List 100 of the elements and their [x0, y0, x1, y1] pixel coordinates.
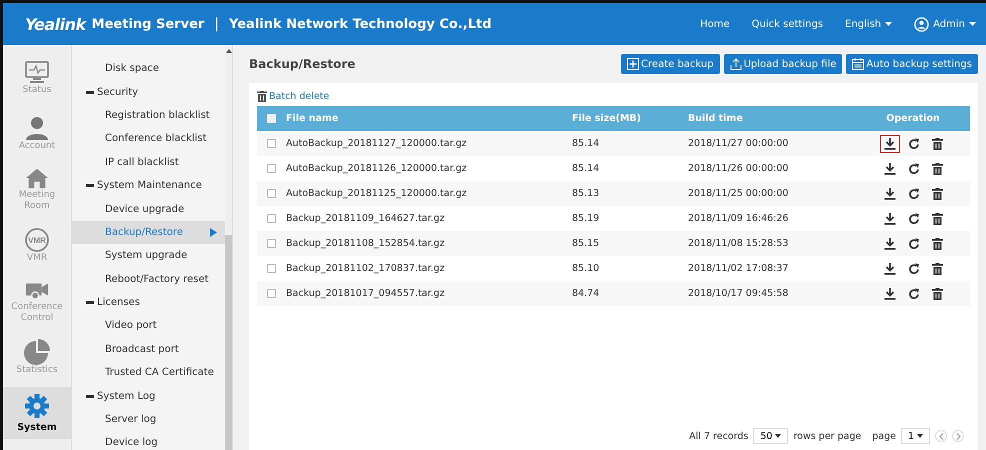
refresh-icon: [908, 188, 920, 200]
user-menu[interactable]: Admin: [914, 16, 976, 32]
menu-item[interactable]: Server log: [72, 408, 225, 432]
table-cell: AutoBackup_20181125_120000.tar.gz: [286, 188, 467, 199]
menu-item[interactable]: Trusted CA Certificate: [72, 361, 225, 384]
vmr-icon: VMR: [24, 226, 50, 252]
collapse-icon: [86, 301, 94, 304]
menu-group[interactable]: Licenses: [72, 290, 225, 314]
header-link[interactable]: Quick settings: [752, 18, 824, 30]
previous-page-button[interactable]: [935, 430, 947, 442]
refresh-icon: [908, 288, 920, 300]
table-cell: 2018/11/02 17:08:37: [688, 263, 788, 274]
table-cell: 85.14: [572, 138, 600, 149]
menu-item[interactable]: Disk space: [72, 57, 225, 80]
chevron-left-icon: [938, 432, 944, 440]
header-link[interactable]: Home: [700, 18, 730, 30]
refresh-icon: [908, 238, 920, 250]
menu-item[interactable]: Broadcast port: [72, 338, 225, 362]
table-cell: Backup_20181017_094557.tar.gz: [286, 288, 445, 299]
rows-per-page-select[interactable]: 50: [753, 428, 788, 444]
trash-icon: [932, 238, 943, 250]
menu-item[interactable]: IP call blacklist: [72, 150, 225, 174]
trash-icon: [932, 288, 943, 300]
batch-delete-link[interactable]: Batch delete: [257, 91, 330, 102]
menu-group[interactable]: System Log: [72, 384, 225, 408]
next-page-button[interactable]: [952, 430, 964, 442]
caret-icon: [885, 22, 892, 26]
product-name: Meeting Server: [92, 16, 204, 32]
download-icon: [884, 138, 896, 150]
menu-item[interactable]: Conference blacklist: [72, 127, 225, 151]
language-menu[interactable]: English: [845, 18, 892, 30]
trash-icon: [932, 262, 943, 274]
table-cell: Backup_20181102_170837.tar.gz: [286, 263, 445, 274]
brand-logo: Yealink: [25, 14, 86, 34]
checkbox[interactable]: [266, 214, 276, 223]
pie-chart-icon: [24, 338, 50, 364]
records-count: All 7 records: [689, 430, 748, 442]
monitor-icon: [24, 58, 50, 84]
table-cell: 2018/11/25 00:00:00: [688, 188, 788, 199]
action-button[interactable]: Create backup: [621, 54, 720, 74]
refresh-icon: [908, 212, 920, 224]
pointer-icon: [210, 228, 217, 237]
download-icon: [884, 262, 896, 274]
download-icon: [884, 162, 896, 174]
caret-icon: [917, 434, 923, 438]
trash-icon: [257, 91, 267, 102]
refresh-icon: [908, 262, 920, 274]
checkbox[interactable]: [266, 238, 276, 248]
refresh-icon: [908, 162, 920, 174]
column-header: Operation: [886, 113, 940, 124]
page-select[interactable]: 1: [900, 428, 930, 444]
trash-icon: [932, 162, 943, 174]
checkbox[interactable]: [266, 288, 276, 298]
scroll-up-icon[interactable]: [226, 49, 232, 53]
menu-item[interactable]: Registration blacklist: [72, 104, 225, 128]
menu-item[interactable]: System upgrade: [72, 244, 225, 268]
checkbox[interactable]: [266, 264, 276, 273]
menu-item[interactable]: Reboot/Factory reset: [72, 268, 225, 291]
user-icon: [914, 16, 930, 32]
table-cell: 85.14: [572, 163, 600, 174]
page-title: Backup/Restore: [249, 57, 356, 71]
table-cell: 84.74: [572, 288, 600, 299]
chevron-right-icon: [956, 432, 960, 440]
trash-icon: [932, 212, 943, 224]
nav-item[interactable]: System: [3, 387, 71, 439]
trash-icon: [932, 188, 943, 200]
refresh-icon: [908, 138, 920, 150]
column-header: File size(MB): [572, 113, 642, 124]
column-header: File name: [286, 113, 338, 124]
table-cell: 2018/11/08 15:28:53: [688, 238, 788, 249]
upload-icon: [730, 58, 742, 70]
scrollbar-thumb[interactable]: [225, 235, 232, 450]
download-button[interactable]: [880, 134, 900, 152]
checkbox[interactable]: [266, 138, 276, 148]
caret-icon: [969, 22, 976, 26]
action-button[interactable]: Auto backup settings: [846, 54, 978, 74]
table-cell: 2018/10/17 09:45:58: [688, 288, 788, 299]
download-icon: [884, 188, 896, 200]
menu-group[interactable]: Security: [72, 80, 225, 104]
table-cell: AutoBackup_20181127_120000.tar.gz: [286, 138, 467, 149]
menu-item[interactable]: Video port: [72, 314, 225, 338]
menu-item[interactable]: Device log: [72, 431, 225, 450]
download-icon: [884, 238, 896, 250]
checkbox[interactable]: [266, 164, 276, 173]
calendar-icon: [852, 58, 864, 70]
house-icon: [24, 166, 50, 190]
action-button[interactable]: Upload backup file: [724, 54, 842, 74]
table-cell: 85.10: [572, 263, 600, 274]
gear-icon: [24, 393, 50, 419]
menu-item[interactable]: Device upgrade: [72, 197, 225, 221]
company-name: Yealink Network Technology Co.,Ltd: [229, 16, 492, 32]
menu-group[interactable]: System Maintenance: [72, 174, 225, 198]
table-cell: Backup_20181109_164627.tar.gz: [286, 213, 445, 224]
trash-icon: [932, 138, 943, 150]
table-cell: 2018/11/26 00:00:00: [688, 163, 788, 174]
collapse-icon: [86, 184, 94, 188]
table-cell: 85.15: [572, 238, 600, 249]
plus-box-icon: [627, 58, 640, 70]
checkbox[interactable]: [266, 188, 276, 198]
title-separator: |: [214, 16, 220, 32]
